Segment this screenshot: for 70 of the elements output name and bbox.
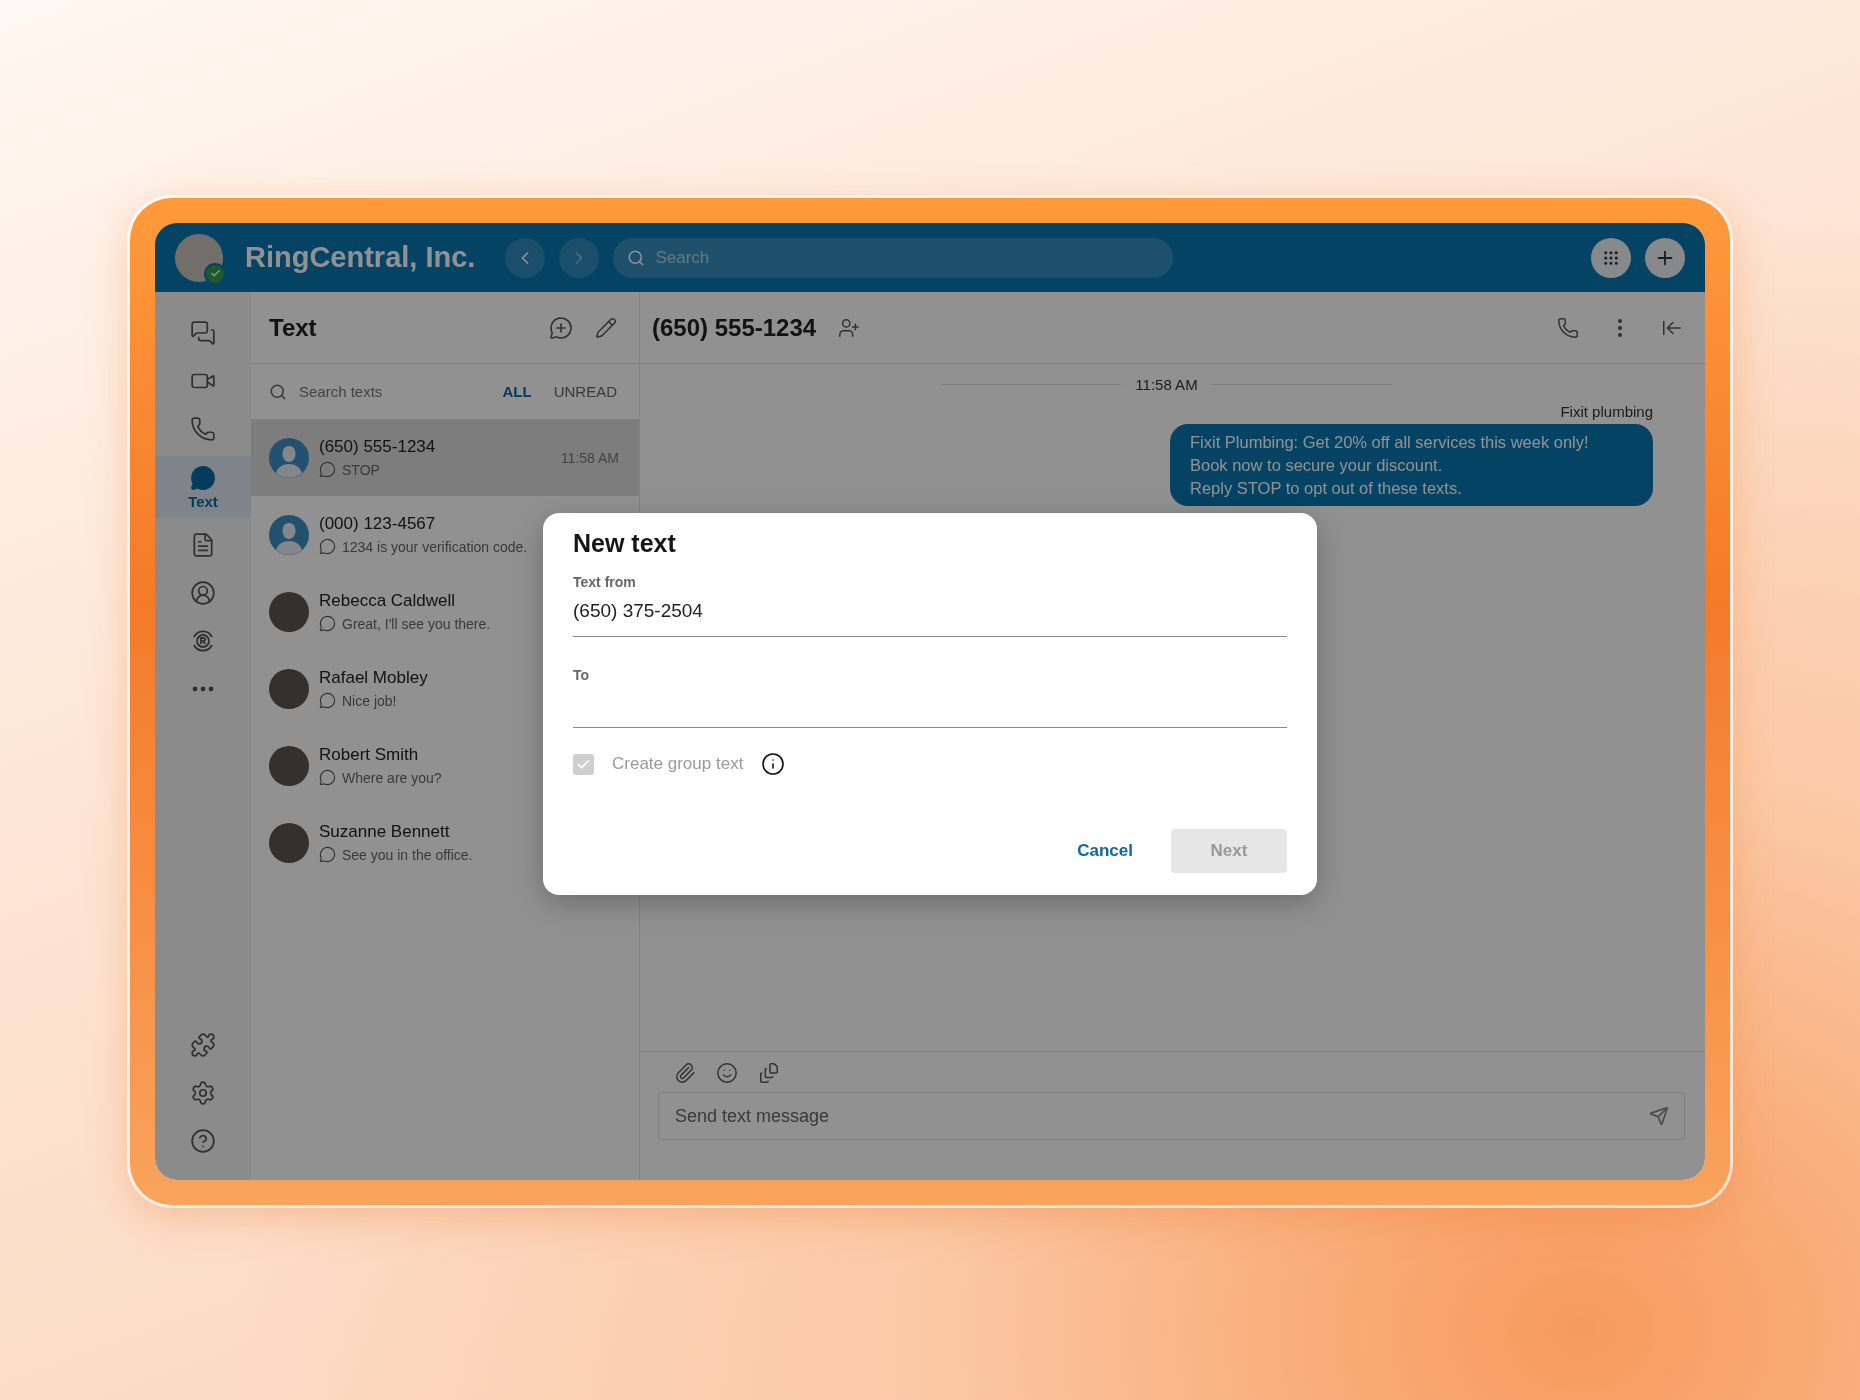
avatar-photo[interactable] [175, 233, 223, 282]
more-icon [192, 686, 214, 692]
message-preview: 1234 is your verification code. [342, 538, 528, 555]
contact-name: Rebecca Caldwell [319, 591, 456, 611]
company-name: RingCentral, Inc. [245, 241, 476, 274]
more-button[interactable] [1617, 317, 1623, 338]
message-preview: See you in the office. [342, 846, 473, 863]
filter-tab[interactable]: UNREAD [541, 383, 617, 400]
contact-name: Suzanne Bennett [319, 822, 450, 842]
paperclip-icon [674, 1062, 696, 1084]
cancel-button[interactable]: Cancel [1069, 829, 1141, 873]
speech-bubble-icon [319, 615, 336, 632]
puzzle-icon [190, 1032, 216, 1058]
message-preview: Great, I'll see you there. [342, 615, 491, 632]
speech-bubble-icon [319, 461, 336, 478]
nav-item[interactable]: Text [155, 456, 251, 518]
message-bubble: Fixit Plumbing: Get 20% off all services this week only! Book now to secure your discount. Reply STOP to opt out of these texts. [1170, 424, 1653, 506]
person-plus-icon [838, 316, 861, 339]
add-button[interactable] [1645, 237, 1685, 278]
contact-name: (650) 555-1234 [319, 437, 436, 457]
phone-icon [190, 416, 216, 442]
new-chat-button[interactable] [549, 315, 573, 340]
speech-bubble-plus-icon [549, 315, 573, 340]
person-circle-icon [190, 580, 216, 606]
emoji-button[interactable] [716, 1062, 738, 1084]
field-label: Text from [573, 574, 636, 590]
sender-name: Fixit plumbing [1560, 403, 1653, 420]
template-button[interactable] [758, 1062, 780, 1084]
person-avatar-icon [269, 514, 309, 555]
documents-icon [758, 1062, 780, 1084]
search-icon [627, 248, 646, 267]
panel-title: Text [269, 313, 317, 342]
chat-bubbles-icon [190, 320, 216, 346]
contact-name: (000) 123-4567 [319, 514, 436, 534]
chat-title: (650) 555-1234 [652, 313, 817, 342]
speech-bubble-icon [319, 538, 336, 555]
speech-bubble-icon [319, 846, 336, 863]
speech-bubble-icon [319, 692, 336, 709]
message-preview: Nice job! [342, 692, 397, 709]
more-vertical-icon [1617, 317, 1623, 338]
info-icon[interactable] [761, 752, 786, 776]
dialpad-icon [1602, 248, 1620, 267]
message-preview: STOP [342, 461, 380, 478]
search-texts-field[interactable]: Search texts [297, 382, 481, 401]
speech-bubble-icon [190, 464, 216, 491]
contact-name: Rafael Mobley [319, 668, 428, 688]
time-divider: 11:58 AM [1135, 376, 1198, 393]
speech-bubble-icon [319, 769, 336, 786]
conversation-row[interactable]: (650) 555-1234 STOP 11:58 AM [251, 419, 639, 496]
contact-name: Robert Smith [319, 745, 419, 765]
person-avatar-icon [269, 437, 309, 478]
search-icon [269, 382, 287, 401]
filter-tab[interactable]: ALL [490, 383, 532, 400]
pencil-icon [595, 316, 617, 339]
settings-icon [190, 1080, 216, 1106]
phone-icon [1557, 316, 1579, 339]
send-icon [1649, 1106, 1669, 1126]
document-icon [190, 532, 216, 558]
dialpad-button[interactable] [1591, 237, 1631, 278]
call-button[interactable] [1557, 316, 1579, 339]
message-preview: Where are you? [342, 769, 442, 786]
message-time: 11:58 AM [560, 449, 619, 466]
message-input[interactable]: Send text message [658, 1092, 1685, 1140]
help-icon [190, 1128, 216, 1154]
compose-button[interactable] [595, 316, 617, 339]
rooms-circle-icon [190, 628, 216, 654]
add-person-button[interactable] [838, 316, 861, 339]
smiley-icon [716, 1062, 738, 1084]
field-label: To [573, 667, 590, 683]
attach-button[interactable] [674, 1062, 696, 1084]
